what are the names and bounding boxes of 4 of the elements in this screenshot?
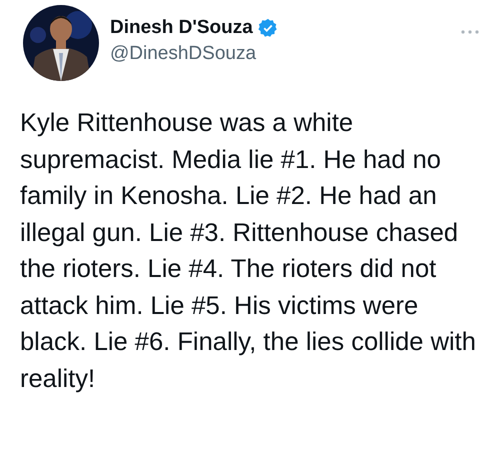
author-handle[interactable]: @DineshDSouza [110, 43, 449, 65]
tweet-text: Kyle Rittenhouse was a white supremacist. Media lie #1. He had no family in Kenosha. Lie #2. He had an illegal gun. Lie #3. Rittenhouse chased the rioters. Lie #4. The rioters did not attack him. Lie #5. His victims were black. Lie #6. Finally, the lies collide with reality! [19, 108, 477, 394]
author-name[interactable]: Dinesh D'Souza [110, 17, 253, 39]
more-icon[interactable] [460, 29, 480, 35]
